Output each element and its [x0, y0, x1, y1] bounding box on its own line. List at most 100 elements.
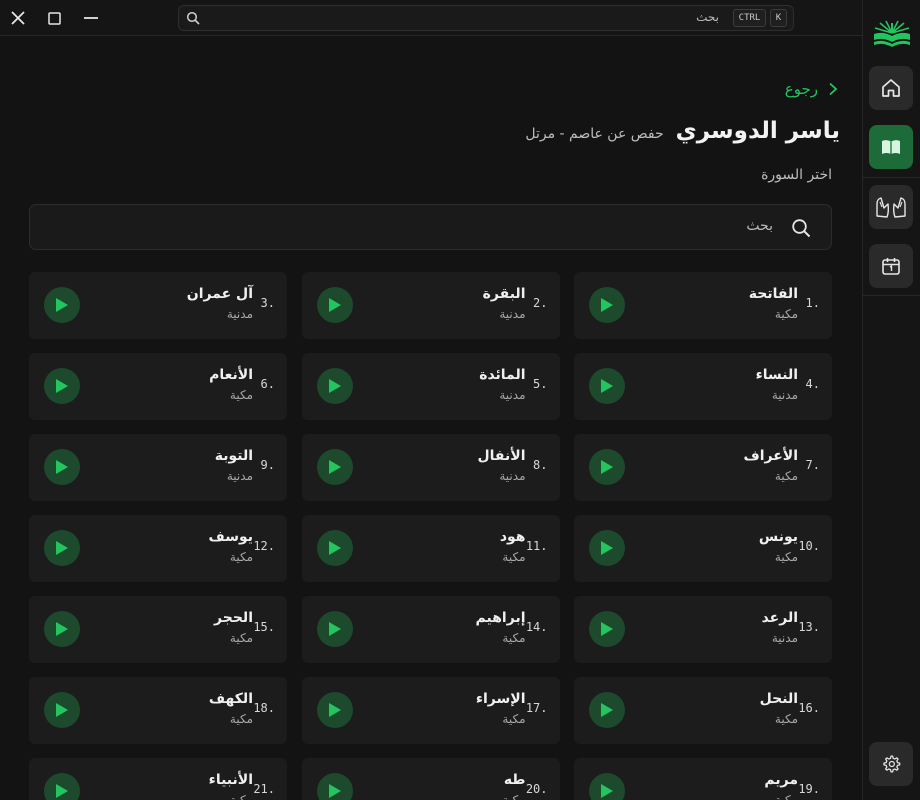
surah-number: 7. [805, 458, 820, 472]
praying-hands-icon [876, 197, 906, 218]
global-search-bar[interactable]: بحث CTRL K [178, 5, 794, 31]
close-icon [11, 11, 25, 25]
play-icon [328, 541, 341, 555]
surah-card[interactable]: 8. الأنفال مدنية [301, 434, 560, 501]
surah-card[interactable]: 13. الرعد مدنية [574, 596, 832, 663]
surah-card[interactable]: 18. الكهف مكية [29, 677, 287, 744]
play-button[interactable] [316, 611, 353, 647]
surah-name: التوبة [214, 448, 253, 464]
surah-number: 4. [805, 377, 820, 391]
play-button[interactable] [589, 692, 625, 728]
surah-card[interactable]: 2. البقرة مدنية [301, 272, 560, 339]
play-button[interactable] [44, 530, 80, 566]
home-icon [882, 79, 900, 97]
surah-card[interactable]: 6. الأنعام مكية [29, 353, 287, 420]
play-button[interactable] [316, 530, 353, 566]
duas-button[interactable] [869, 185, 913, 229]
surah-card[interactable]: 12. يوسف مكية [29, 515, 287, 582]
surah-card[interactable]: 17. الإسراء مكية [301, 677, 560, 744]
surah-revelation-type: مدنية [771, 388, 798, 402]
global-search-placeholder: بحث [696, 10, 719, 24]
play-button[interactable] [316, 368, 353, 404]
surah-card[interactable]: 10. يونس مكية [574, 515, 832, 582]
play-icon [601, 703, 613, 717]
surah-number: 19. [798, 782, 820, 796]
surah-card[interactable]: 16. النحل مكية [574, 677, 832, 744]
recitation-style: حفص عن عاصم - مرتل [525, 126, 664, 142]
play-button[interactable] [316, 692, 353, 728]
minimize-icon [84, 17, 98, 19]
surah-name: الأنبياء [208, 772, 253, 788]
settings-button[interactable] [869, 742, 913, 786]
shortcut-ctrl-key: CTRL [733, 9, 766, 27]
play-button[interactable] [44, 449, 80, 485]
surah-card[interactable]: 11. هود مكية [301, 515, 560, 582]
surah-card[interactable]: 15. الحجر مكية [29, 596, 287, 663]
surah-revelation-type: مكية [774, 307, 798, 321]
surah-card[interactable]: 7. الأعراف مكية [574, 434, 832, 501]
surah-number: 18. [253, 701, 275, 715]
surah-card[interactable]: 3. آل عمران مدنية [29, 272, 287, 339]
surah-revelation-type: مدنية [771, 631, 798, 645]
play-icon [601, 379, 613, 393]
surah-name: الكهف [208, 691, 253, 707]
play-icon [601, 541, 613, 555]
surah-number: 20. [525, 782, 548, 796]
play-button[interactable] [316, 287, 353, 323]
surah-card[interactable]: 19. مريم مكية [574, 758, 832, 800]
surah-name: البقرة [482, 286, 526, 302]
play-icon [328, 298, 341, 312]
play-button[interactable] [589, 368, 625, 404]
gear-icon [883, 755, 901, 773]
play-button[interactable] [44, 368, 80, 404]
surah-revelation-type: مكية [502, 712, 526, 726]
surah-number: 12. [253, 539, 275, 553]
surah-name: الرعد [761, 610, 798, 626]
surah-number: 14. [525, 620, 548, 634]
play-icon [56, 622, 68, 636]
close-window-button[interactable] [5, 5, 31, 31]
surah-card[interactable]: 5. المائدة مدنية [301, 353, 560, 420]
surah-revelation-type: مكية [229, 550, 253, 564]
back-button[interactable]: رجوع [785, 80, 838, 98]
surah-card[interactable]: 1. الفاتحة مكية [574, 272, 832, 339]
play-button[interactable] [44, 773, 80, 800]
surah-name: النحل [759, 691, 798, 707]
play-button[interactable] [589, 449, 625, 485]
surah-revelation-type: مكية [229, 793, 253, 800]
play-button[interactable] [316, 449, 353, 485]
surah-search-input[interactable]: بحث [29, 204, 832, 250]
calendar-button[interactable] [869, 244, 913, 288]
sidebar-divider [863, 177, 920, 178]
calendar-icon [882, 258, 900, 275]
chevron-right-icon [829, 82, 838, 96]
quran-button[interactable] [869, 125, 913, 169]
surah-card[interactable]: 9. التوبة مدنية [29, 434, 287, 501]
play-icon [56, 541, 68, 555]
play-button[interactable] [44, 692, 80, 728]
play-icon [56, 703, 68, 717]
surah-revelation-type: مدنية [226, 307, 253, 321]
surah-name: هود [499, 529, 526, 545]
home-button[interactable] [869, 66, 913, 110]
play-button[interactable] [44, 287, 80, 323]
play-button[interactable] [316, 773, 353, 800]
play-icon [328, 784, 341, 798]
minimize-window-button[interactable] [78, 5, 104, 31]
maximize-icon [47, 11, 61, 25]
maximize-window-button[interactable] [41, 5, 67, 31]
play-button[interactable] [589, 530, 625, 566]
surah-card[interactable]: 21. الأنبياء مكية [29, 758, 287, 800]
surah-card[interactable]: 20. طه مكية [301, 758, 560, 800]
surah-number: 13. [798, 620, 820, 634]
surah-card[interactable]: 14. إبراهيم مكية [301, 596, 560, 663]
surah-card[interactable]: 4. النساء مدنية [574, 353, 832, 420]
play-button[interactable] [589, 611, 625, 647]
play-button[interactable] [589, 773, 625, 800]
play-button[interactable] [589, 287, 625, 323]
surah-number: 2. [533, 296, 548, 310]
play-button[interactable] [44, 611, 80, 647]
play-icon [56, 460, 68, 474]
sidebar-divider [863, 295, 920, 296]
back-label: رجوع [784, 80, 818, 98]
